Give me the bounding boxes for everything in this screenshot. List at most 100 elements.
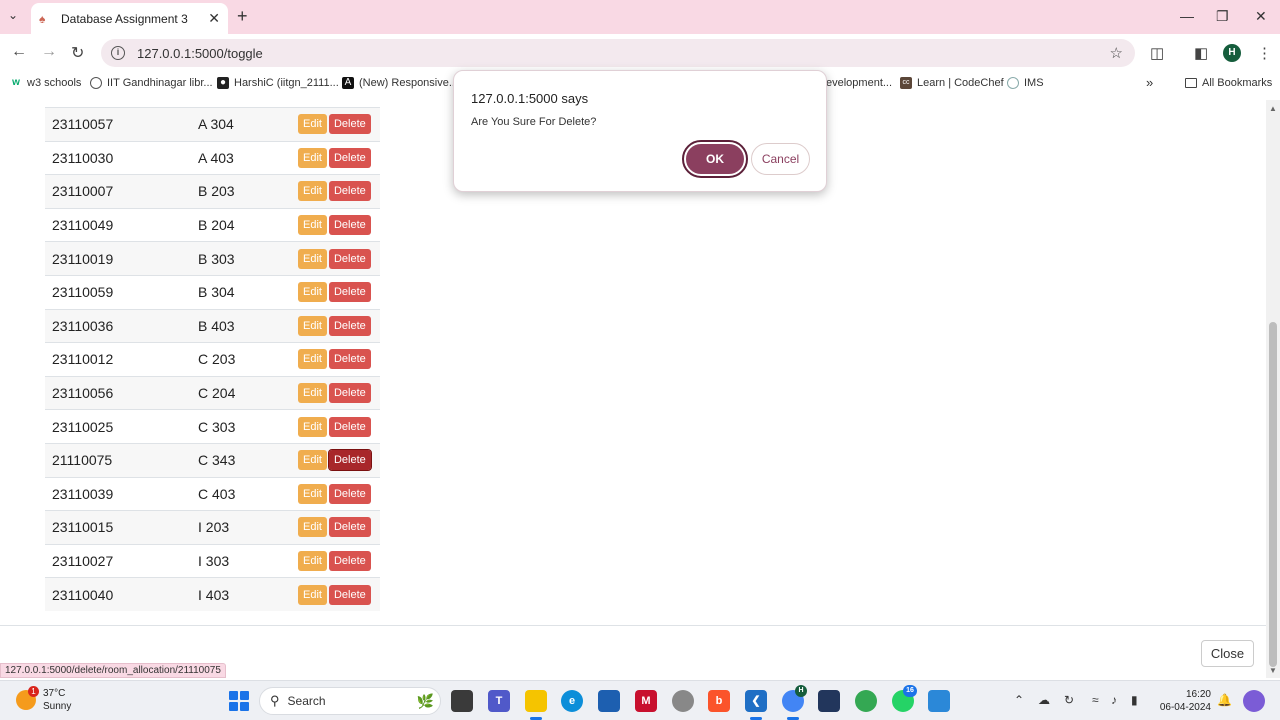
- bookmark-iitgn-library[interactable]: IIT Gandhinagar libr...: [90, 77, 213, 89]
- profile-avatar[interactable]: H: [1223, 44, 1241, 62]
- scroll-up-icon[interactable]: ▲: [1269, 104, 1277, 113]
- edit-button[interactable]: Edit: [298, 181, 327, 202]
- bookmark-responsive[interactable]: A (New) Responsive...: [342, 77, 458, 89]
- copilot-icon[interactable]: [1243, 690, 1265, 712]
- edit-button[interactable]: Edit: [298, 315, 327, 336]
- room-cell: A 403: [198, 149, 234, 166]
- edit-button[interactable]: Edit: [298, 248, 327, 269]
- edit-button[interactable]: Edit: [298, 584, 327, 605]
- delete-button[interactable]: Delete: [328, 181, 371, 202]
- edit-button[interactable]: Edit: [298, 551, 327, 572]
- edit-button[interactable]: Edit: [298, 282, 327, 303]
- mcafee-icon[interactable]: M: [635, 690, 657, 712]
- chrome-profile2-icon[interactable]: [855, 690, 877, 712]
- delete-button[interactable]: Delete: [327, 449, 372, 472]
- delete-button[interactable]: Delete: [328, 349, 371, 370]
- edit-button[interactable]: Edit: [298, 483, 327, 504]
- edge-icon[interactable]: e: [561, 690, 583, 712]
- address-bar[interactable]: i 127.0.0.1:5000/toggle ☆: [101, 39, 1135, 67]
- tab-favicon-icon: ♠: [39, 11, 46, 26]
- taskbar-clock[interactable]: 16:20 06-04-2024: [1157, 688, 1211, 714]
- menu-kebab-icon[interactable]: ⋮: [1257, 44, 1272, 62]
- site-info-icon[interactable]: i: [111, 46, 125, 60]
- back-arrow-icon[interactable]: ←: [11, 43, 27, 61]
- delete-button[interactable]: Delete: [328, 282, 371, 303]
- delete-button[interactable]: Delete: [328, 416, 371, 437]
- new-tab-icon[interactable]: +: [237, 6, 248, 27]
- edit-button[interactable]: Edit: [298, 450, 327, 471]
- student-id-cell: 23110036: [52, 317, 114, 334]
- tab-close-icon[interactable]: ✕: [208, 10, 220, 27]
- forward-arrow-icon[interactable]: →: [41, 43, 57, 61]
- edit-button[interactable]: Edit: [298, 416, 327, 437]
- actions-cell: Edit Delete: [291, 410, 380, 444]
- sync-icon[interactable]: ↻: [1064, 693, 1074, 707]
- brave-icon[interactable]: b: [708, 690, 730, 712]
- edit-button[interactable]: Edit: [298, 517, 327, 538]
- battery-icon[interactable]: ▮: [1131, 693, 1138, 707]
- more-bookmarks-chevron-icon[interactable]: »: [1146, 75, 1153, 90]
- wifi-icon[interactable]: ≈: [1092, 693, 1099, 707]
- notification-bell-icon[interactable]: 🔔: [1217, 693, 1232, 707]
- delete-button[interactable]: Delete: [328, 315, 371, 336]
- bookmark-ims[interactable]: IMS: [1007, 77, 1044, 89]
- volume-icon[interactable]: ♪: [1111, 693, 1117, 707]
- photos-icon[interactable]: [928, 690, 950, 712]
- all-bookmarks-button[interactable]: All Bookmarks: [1185, 77, 1272, 89]
- edit-button[interactable]: Edit: [298, 215, 327, 236]
- taskbar-search[interactable]: ⚲ Search 🌿: [259, 687, 441, 715]
- bookmark-github[interactable]: ● HarshiC (iitgn_2111...: [217, 77, 339, 89]
- store-icon[interactable]: [598, 690, 620, 712]
- bookmark-codechef[interactable]: cc Learn | CodeChef: [900, 77, 1004, 89]
- reload-icon[interactable]: ↻: [71, 43, 84, 63]
- edit-button[interactable]: Edit: [298, 383, 327, 404]
- globe-icon: [90, 77, 102, 89]
- task-view-icon[interactable]: [451, 690, 473, 712]
- delete-button[interactable]: Delete: [328, 147, 371, 168]
- bookmark-star-icon[interactable]: ☆: [1110, 44, 1123, 62]
- restore-icon[interactable]: ❐: [1216, 8, 1229, 25]
- vscode-icon[interactable]: ❮: [745, 690, 767, 720]
- delete-button[interactable]: Delete: [328, 215, 371, 236]
- side-panel-icon[interactable]: ◧: [1194, 44, 1208, 62]
- clock-app-icon[interactable]: [672, 690, 694, 712]
- ok-button[interactable]: OK: [682, 140, 748, 178]
- weather-widget[interactable]: 1 37°C Sunny: [16, 686, 71, 713]
- browser-tab[interactable]: ♠ Database Assignment 3 ✕: [31, 3, 228, 34]
- bookmark-label: evelopment...: [826, 77, 893, 89]
- bookmark-development[interactable]: evelopment...: [826, 77, 892, 89]
- delete-button[interactable]: Delete: [328, 248, 371, 269]
- extensions-icon[interactable]: ◫: [1150, 44, 1164, 62]
- scroll-thumb[interactable]: [1269, 322, 1277, 667]
- actions-cell: Edit Delete: [291, 376, 380, 410]
- edit-button[interactable]: Edit: [298, 349, 327, 370]
- search-placeholder: Search: [287, 694, 326, 708]
- close-button[interactable]: Close: [1201, 640, 1254, 667]
- bookmark-w3schools[interactable]: w w3 schools: [10, 77, 81, 89]
- delete-button[interactable]: Delete: [328, 551, 371, 572]
- tab-search-chevron-icon[interactable]: ⌄: [8, 8, 18, 22]
- edit-button[interactable]: Edit: [298, 147, 327, 168]
- cloud-icon[interactable]: ☁: [1038, 693, 1050, 707]
- ssms-icon[interactable]: [818, 690, 840, 712]
- delete-button[interactable]: Delete: [328, 483, 371, 504]
- start-windows-icon[interactable]: [229, 691, 249, 711]
- file-explorer-icon[interactable]: [525, 690, 547, 720]
- edit-button[interactable]: Edit: [298, 114, 327, 135]
- delete-button[interactable]: Delete: [328, 383, 371, 404]
- window-close-icon[interactable]: ✕: [1255, 8, 1267, 25]
- page-scrollbar[interactable]: ▲ ▼: [1266, 100, 1280, 678]
- delete-button[interactable]: Delete: [328, 584, 371, 605]
- tray-chevron-icon[interactable]: ⌃: [1014, 693, 1024, 707]
- whatsapp-icon[interactable]: 16: [892, 685, 917, 712]
- windows-taskbar: 1 37°C Sunny ⚲ Search 🌿 T e M b ❮ H 16 ⌃…: [0, 680, 1280, 720]
- scroll-down-icon[interactable]: ▼: [1269, 666, 1277, 675]
- delete-button[interactable]: Delete: [328, 114, 371, 135]
- minimize-icon[interactable]: —: [1180, 8, 1194, 24]
- app-icon: A: [342, 77, 354, 89]
- cancel-button[interactable]: Cancel: [751, 143, 810, 175]
- teams-icon[interactable]: T: [488, 690, 510, 712]
- delete-button[interactable]: Delete: [328, 517, 371, 538]
- room-cell: B 303: [198, 250, 235, 267]
- chrome-icon[interactable]: H: [782, 685, 807, 720]
